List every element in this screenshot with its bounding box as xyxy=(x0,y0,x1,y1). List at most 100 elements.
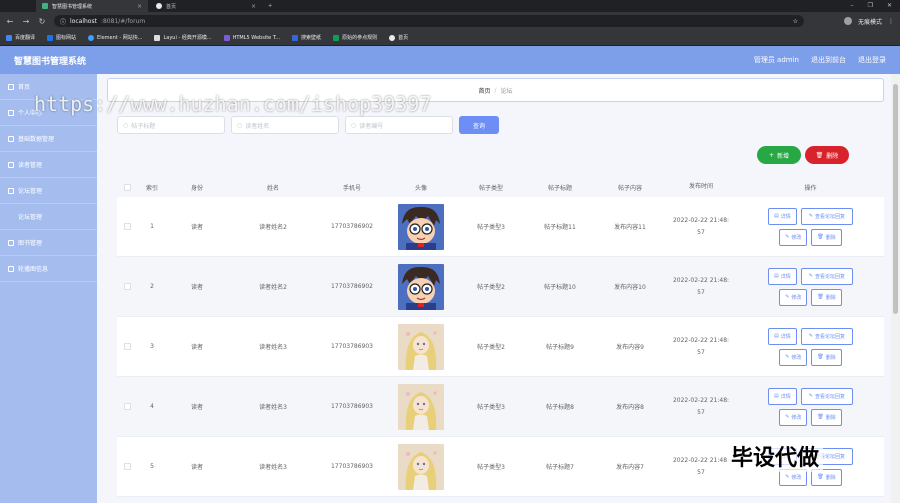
profile-avatar[interactable] xyxy=(843,17,852,25)
table-row: 3 读者 读者姓名3 17703786903 帖子类型2 帖子标题9 发布内容9… xyxy=(117,317,884,377)
header-post-type: 帖子类型 xyxy=(478,184,503,192)
view-replies-button[interactable]: ✎查看论坛回复 xyxy=(800,267,853,285)
edit-button[interactable]: ✎ 修改 xyxy=(779,288,808,306)
bookmarks-bar: 百度翻译 图标网站 Element - 网站快... Layui - 经典开源模… xyxy=(0,30,900,46)
app-title: 智慧图书管理系统 xyxy=(14,56,87,67)
go-frontend-link[interactable]: 退出到前台 xyxy=(811,55,846,65)
logout-link[interactable]: 退出登录 xyxy=(858,55,886,65)
sidebar-item-carousel[interactable]: 轮播图信息 xyxy=(0,256,97,282)
bookmark-item[interactable]: 原始的参点规则 xyxy=(333,34,377,41)
pencil-icon: ✎ xyxy=(785,354,790,360)
row-index: 3 xyxy=(150,343,154,350)
scrollbar-thumb[interactable] xyxy=(893,84,898,314)
delete-button[interactable]: 🗑 删除 xyxy=(811,348,842,366)
detail-button[interactable]: ▤详情 xyxy=(768,207,797,225)
window-close-icon[interactable]: ✕ xyxy=(887,2,892,9)
sidebar-item-base-data[interactable]: 基础数据管理 xyxy=(0,126,97,152)
row-checkbox[interactable] xyxy=(117,403,137,410)
sidebar-subitem-forum[interactable]: 论坛管理 xyxy=(0,204,97,230)
delete-button[interactable]: 🗑 删除 xyxy=(811,408,842,426)
sidebar-item-readers[interactable]: 读者管理 xyxy=(0,152,97,178)
post-title-input[interactable]: ○ 帖子标题 xyxy=(117,116,225,134)
more-menu-icon[interactable]: ⋮ xyxy=(888,18,894,25)
row-role: 读者 xyxy=(190,224,203,231)
pencil-icon: ✎ xyxy=(785,414,790,420)
close-tab-icon[interactable]: × xyxy=(137,3,142,10)
select-all-checkbox[interactable] xyxy=(117,183,137,191)
edit-button[interactable]: ✎ 修改 xyxy=(779,228,808,246)
row-index: 1 xyxy=(150,223,154,230)
back-icon[interactable]: ← xyxy=(6,17,14,26)
bookmark-icon xyxy=(47,34,54,41)
row-avatar-cell xyxy=(385,323,457,370)
bookmark-item[interactable]: Element - 网站快... xyxy=(88,34,142,41)
sidebar-item-books[interactable]: 图书管理 xyxy=(0,230,97,256)
avatar-girl xyxy=(398,383,444,430)
globe-icon xyxy=(156,3,162,9)
pencil-icon: ✎ xyxy=(785,474,790,480)
avatar-conan xyxy=(398,203,444,250)
edit-button[interactable]: ✎ 修改 xyxy=(779,408,808,426)
detail-button[interactable]: ▤详情 xyxy=(768,327,797,345)
view-replies-button[interactable]: ✎查看论坛回复 xyxy=(800,207,853,225)
row-name: 读者姓名2 xyxy=(259,284,287,291)
grid-icon xyxy=(8,187,14,194)
bookmark-item[interactable]: 搜索壁纸 xyxy=(292,34,321,41)
batch-delete-button[interactable]: 🗑 删除 xyxy=(805,146,849,164)
row-checkbox[interactable] xyxy=(117,223,137,230)
search-button[interactable]: 查询 xyxy=(459,116,499,134)
minimize-icon[interactable]: – xyxy=(851,2,854,9)
forward-icon[interactable]: → xyxy=(22,17,30,26)
bookmark-item[interactable]: HTML5 Website T... xyxy=(223,34,280,41)
detail-button[interactable]: ▤详情 xyxy=(768,267,797,285)
row-checkbox[interactable] xyxy=(117,463,137,470)
view-replies-button[interactable]: ✎查看论坛回复 xyxy=(800,327,853,345)
maximize-icon[interactable]: ❐ xyxy=(868,2,873,9)
row-time: 2022-02-22 21:48: 57 xyxy=(672,396,730,416)
app-header: 智慧图书管理系统 管理员 admin 退出到前台 退出登录 xyxy=(0,46,900,74)
row-name: 读者姓名3 xyxy=(259,464,287,471)
row-actions: ▤详情 ✎查看论坛回复 ✎修改 🗑删除 xyxy=(737,327,884,366)
row-phone: 17703786903 xyxy=(331,463,373,470)
delete-button[interactable]: 🗑 删除 xyxy=(811,288,842,306)
browser-tab-bar: 智慧图书管理系统 × 首页 × + – ❐ ✕ xyxy=(0,0,900,12)
sidebar-item-forum[interactable]: 论坛管理 xyxy=(0,178,97,204)
sidebar-item-home[interactable]: 首页 xyxy=(0,74,97,100)
row-checkbox[interactable] xyxy=(117,343,137,350)
breadcrumb-current: 论坛 xyxy=(500,87,513,95)
bookmark-item[interactable]: 首页 xyxy=(389,34,408,41)
breadcrumb-home[interactable]: 首页 xyxy=(478,86,490,95)
detail-button[interactable]: ▤详情 xyxy=(768,387,797,405)
delete-button[interactable]: 🗑 删除 xyxy=(811,228,842,246)
sidebar-item-profile[interactable]: 个人中心 xyxy=(0,100,97,126)
incognito-label[interactable]: 无痕模式 xyxy=(858,17,882,26)
document-icon: ▤ xyxy=(774,213,779,219)
reader-number-input[interactable]: ○ 读者编号 xyxy=(345,116,453,134)
new-tab-button[interactable]: + xyxy=(264,0,280,12)
star-icon[interactable]: ☆ xyxy=(793,18,798,25)
tab-home[interactable]: 首页 × xyxy=(150,0,262,12)
view-replies-button[interactable]: ✎查看论坛回复 xyxy=(800,387,853,405)
header-time: 发布时间 xyxy=(688,183,713,190)
reload-icon[interactable]: ↻ xyxy=(38,17,46,26)
url-input[interactable]: ⓘ localhost:8081/#/forum ☆ xyxy=(54,15,804,27)
bookmark-item[interactable]: Layui - 经典开源模... xyxy=(154,34,212,41)
edit-button[interactable]: ✎ 修改 xyxy=(779,348,808,366)
search-icon: ○ xyxy=(123,121,129,129)
reader-name-input[interactable]: ○ 读者姓名 xyxy=(231,116,339,134)
bookmark-item[interactable]: 百度翻译 xyxy=(6,34,35,41)
close-tab-icon[interactable]: × xyxy=(251,3,256,10)
globe-icon xyxy=(389,34,396,41)
table-header: 索引 身份 姓名 手机号 头像 帖子类型 帖子标题 帖子内容 发布时间 操作 xyxy=(117,177,884,197)
pencil-icon: ✎ xyxy=(808,333,813,339)
row-post-title: 帖子标题10 xyxy=(544,284,576,291)
bookmark-item[interactable]: 图标网站 xyxy=(47,34,76,41)
trash-icon: 🗑 xyxy=(817,474,824,480)
add-button[interactable]: + 新增 xyxy=(757,146,801,164)
trash-icon: 🗑 xyxy=(817,414,824,420)
tab-active[interactable]: 智慧图书管理系统 × xyxy=(36,0,148,12)
row-phone: 17703786903 xyxy=(331,343,373,350)
row-name: 读者姓名3 xyxy=(259,344,287,351)
row-avatar-cell xyxy=(385,383,457,430)
row-checkbox[interactable] xyxy=(117,283,137,290)
